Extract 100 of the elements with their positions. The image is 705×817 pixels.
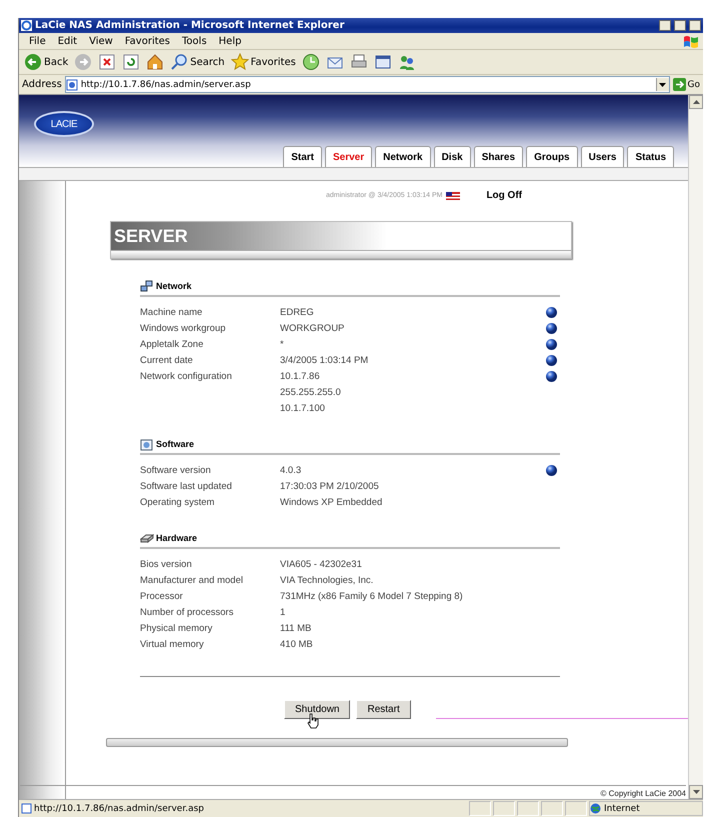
status-text: http://10.1.7.86/nas.admin/server.asp <box>34 804 204 814</box>
menu-item[interactable]: File <box>23 36 52 46</box>
flag-icon <box>446 192 460 200</box>
field-value: Windows XP Embedded <box>280 497 384 510</box>
action-button[interactable]: Restart <box>356 700 411 719</box>
field-label: Software last updated <box>140 481 233 494</box>
home-button[interactable] <box>145 53 166 71</box>
minimize-button[interactable] <box>659 20 671 31</box>
nav-tab[interactable]: Network <box>375 146 431 167</box>
go-button[interactable]: Go <box>672 78 700 91</box>
edit-ball-icon[interactable] <box>546 339 557 350</box>
globe-icon <box>590 803 601 814</box>
edit-ball-icon[interactable] <box>546 355 557 366</box>
status-pane <box>541 801 563 816</box>
field-value: 4.0.3 <box>280 465 302 478</box>
scroll-down-icon <box>692 790 700 794</box>
scroll-up-icon <box>692 100 700 104</box>
nav-tab[interactable]: Start <box>283 146 322 167</box>
field-value: 3/4/2005 1:03:14 PM <box>280 355 370 368</box>
home-icon <box>146 53 164 71</box>
search-button[interactable]: Search <box>169 53 226 71</box>
address-field[interactable]: http://10.1.7.86/nas.admin/server.asp <box>64 76 670 93</box>
status-pane <box>493 801 515 816</box>
window-edit-icon <box>374 53 392 71</box>
nav-tab[interactable]: Server <box>324 146 372 167</box>
close-button[interactable] <box>689 20 701 31</box>
clock-icon <box>302 53 320 71</box>
section-heading: Hardware <box>156 533 198 543</box>
menu-item[interactable]: Edit <box>52 36 84 46</box>
menu-item[interactable]: Help <box>212 36 248 46</box>
field-value: * <box>280 339 285 352</box>
scrollbar[interactable] <box>688 95 703 799</box>
field-value: VIA Technologies, Inc. <box>280 575 374 588</box>
page-title: SERVER <box>113 226 188 246</box>
ie-app-icon <box>21 20 32 31</box>
refresh-button[interactable] <box>121 53 142 71</box>
windows-flag-icon <box>683 34 699 48</box>
field-label: Current date <box>140 355 194 368</box>
field-value: 111 MB <box>280 623 312 636</box>
action-button[interactable]: Shutdown <box>284 700 350 719</box>
edit-ball-icon[interactable] <box>546 307 557 318</box>
people-icon <box>398 53 416 71</box>
drive-icon <box>140 532 154 544</box>
dropdown-arrow-icon <box>659 82 666 86</box>
edit-ball-icon[interactable] <box>546 371 557 382</box>
nav-tab[interactable]: Status <box>627 146 674 167</box>
field-label: Software version <box>140 465 212 478</box>
page-icon <box>66 78 78 90</box>
field-value: 410 MB <box>280 639 314 652</box>
section-heading: Network <box>156 281 192 291</box>
field-label: Appletalk Zone <box>140 339 204 352</box>
field-value: 255.255.255.0 <box>280 387 342 400</box>
favorites-button[interactable]: Favorites <box>230 53 297 71</box>
network-icon <box>140 280 154 292</box>
go-arrow-icon <box>672 78 686 91</box>
status-pane <box>565 801 587 816</box>
status-pane <box>469 801 491 816</box>
field-value: 17:30:03 PM 2/10/2005 <box>280 481 380 494</box>
field-label: Operating system <box>140 497 216 510</box>
field-label: Number of processors <box>140 607 234 620</box>
maximize-button[interactable] <box>674 20 686 31</box>
nav-tab[interactable]: Users <box>580 146 624 167</box>
menu-item[interactable]: Favorites <box>118 36 176 46</box>
field-label: Processor <box>140 591 184 604</box>
nav-tab[interactable]: Disk <box>434 146 471 167</box>
field-label: Network configuration <box>140 371 233 384</box>
edit-ball-icon[interactable] <box>546 465 557 476</box>
search-icon <box>170 53 188 71</box>
field-label: Windows workgroup <box>140 323 227 336</box>
edit-button[interactable] <box>372 53 393 71</box>
field-label: Physical memory <box>140 623 214 636</box>
nav-tab[interactable]: Shares <box>474 146 524 167</box>
copyright-text: © Copyright LaCie 2004 <box>600 789 686 798</box>
status-pane <box>517 801 539 816</box>
history-button[interactable] <box>300 53 321 71</box>
nav-tab[interactable]: Groups <box>526 146 578 167</box>
field-value: EDREG <box>280 307 315 320</box>
stop-icon <box>98 53 116 71</box>
zone-label: Internet <box>604 804 640 814</box>
refresh-icon <box>122 53 140 71</box>
menu-item[interactable]: Tools <box>176 36 213 46</box>
menu-item[interactable]: View <box>83 36 119 46</box>
field-value: 731MHz (x86 Family 6 Model 7 Stepping 8) <box>280 591 464 604</box>
stop-button[interactable] <box>97 53 118 71</box>
address-label: Address <box>22 79 62 90</box>
star-icon <box>230 53 249 71</box>
hand-cursor-icon <box>307 713 319 729</box>
window-title: LaCie NAS Administration - Microsoft Internet Explorer <box>35 20 346 31</box>
logo: LACIE <box>34 111 94 137</box>
page-icon <box>21 803 32 814</box>
field-label: Bios version <box>140 559 193 572</box>
field-value: WORKGROUP <box>280 323 346 336</box>
field-label: Machine name <box>140 307 204 320</box>
edit-ball-icon[interactable] <box>546 323 557 334</box>
field-value: VIA605 - 42302e31 <box>280 559 363 572</box>
log-off-link[interactable]: Log Off <box>486 190 522 201</box>
section-heading: Software <box>156 439 194 449</box>
field-value: 10.1.7.100 <box>280 403 326 416</box>
field-label: Manufacturer and model <box>140 575 244 588</box>
back-button[interactable]: Back <box>23 53 70 71</box>
